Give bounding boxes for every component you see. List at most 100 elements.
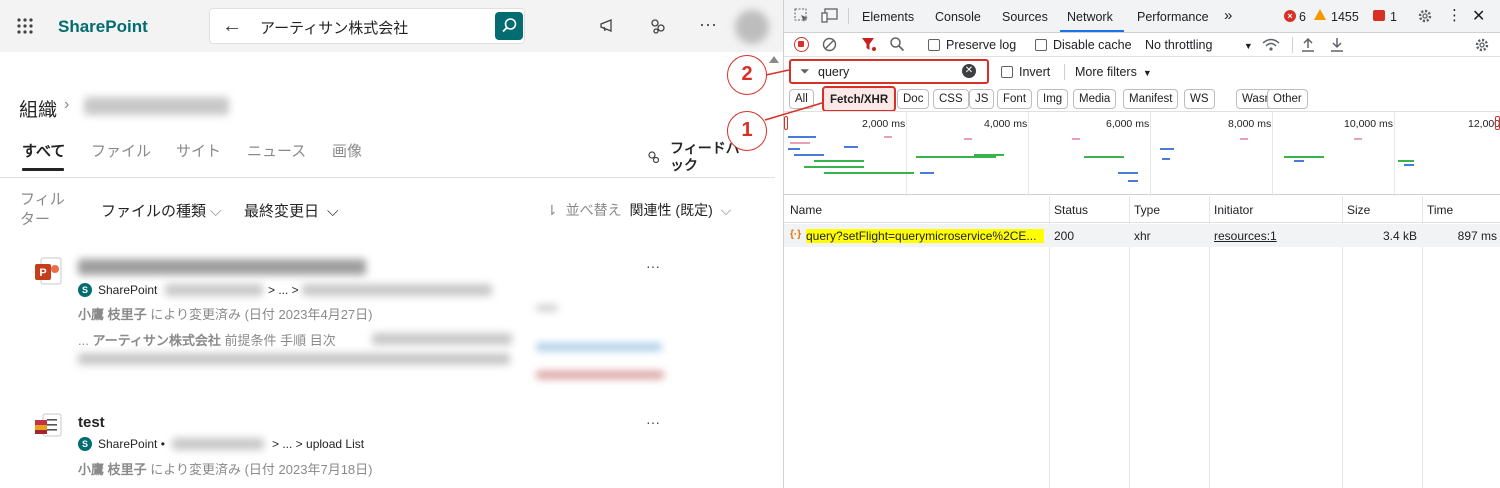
issues-count[interactable]: 1	[1390, 10, 1397, 24]
back-arrow-icon[interactable]: ←	[222, 16, 242, 36]
tabs-divider	[0, 177, 775, 178]
result-path-tail-blurred	[302, 284, 492, 296]
result-path-site[interactable]: SharePoint	[98, 283, 157, 297]
error-count[interactable]: 6	[1299, 10, 1306, 24]
throttling-select[interactable]: No throttling ▼	[1145, 38, 1253, 52]
more-tabs-icon[interactable]: »	[1224, 7, 1232, 24]
issues-icon[interactable]	[1373, 10, 1385, 21]
connections-icon[interactable]	[648, 16, 668, 41]
type-filter-css[interactable]: CSS	[933, 89, 969, 109]
tab-network[interactable]: Network	[1067, 10, 1113, 24]
filter-input[interactable]: ⏷ query ✕	[789, 59, 989, 84]
result-title[interactable]: test	[78, 414, 105, 431]
tab-elements[interactable]: Elements	[862, 10, 914, 24]
error-icon[interactable]: ×	[1284, 10, 1296, 22]
tab-console[interactable]: Console	[935, 10, 981, 24]
close-icon[interactable]: ✕	[1472, 6, 1485, 26]
type-filter-img[interactable]: Img	[1037, 89, 1069, 109]
preserve-log-checkbox[interactable]: Preserve log	[928, 38, 1016, 52]
sort-dropdown[interactable]: ⇂ 並べ替え 関連性 (既定) ⌵	[546, 200, 731, 220]
column-header-type[interactable]: Type	[1134, 203, 1160, 217]
type-filter-all[interactable]: All	[789, 89, 814, 109]
request-initiator[interactable]: resources:1	[1214, 229, 1277, 243]
warning-count[interactable]: 1455	[1331, 10, 1359, 24]
modified-date-label: 最終変更日	[244, 203, 320, 220]
type-filter-fetch-xhr[interactable]: Fetch/XHR	[822, 86, 897, 112]
invert-label: Invert	[1019, 65, 1051, 79]
column-header-name[interactable]: Name	[790, 203, 822, 217]
modified-date-dropdown[interactable]: 最終変更日 ⌵	[244, 200, 338, 221]
breadcrumb-root[interactable]: 組織	[19, 95, 57, 122]
record-icon[interactable]	[794, 37, 809, 52]
export-har-icon[interactable]	[1330, 37, 1344, 57]
modified-text: により変更済み (日付 2023年7月18日)	[150, 462, 373, 477]
app-name[interactable]: SharePoint	[58, 17, 148, 37]
app-launcher-icon[interactable]	[16, 17, 34, 35]
more-filters-dropdown[interactable]: More filters ▼	[1075, 65, 1152, 79]
network-settings-icon[interactable]	[1474, 37, 1490, 58]
clear-filter-icon[interactable]: ✕	[962, 64, 976, 78]
result-path-tail[interactable]: > ... > upload List	[272, 437, 364, 451]
network-conditions-icon[interactable]	[1262, 37, 1280, 58]
type-filter-manifest[interactable]: Manifest	[1123, 89, 1179, 109]
result-path-site[interactable]: SharePoint •	[98, 437, 165, 451]
scrollbar-up-icon[interactable]	[769, 56, 779, 63]
more-options-icon[interactable]: ···	[699, 14, 717, 35]
sharepoint-header: SharePoint ← アーティサン株式会社 ···	[0, 0, 783, 52]
tab-performance[interactable]: Performance	[1137, 10, 1209, 24]
search-button[interactable]	[495, 12, 523, 40]
clear-icon[interactable]	[822, 37, 837, 57]
tab-sources[interactable]: Sources	[1002, 10, 1048, 24]
warning-icon[interactable]	[1314, 9, 1326, 20]
disable-cache-checkbox[interactable]: Disable cache	[1035, 38, 1132, 52]
result-title-blurred[interactable]	[78, 259, 366, 275]
column-header-initiator[interactable]: Initiator	[1214, 203, 1253, 217]
import-har-icon[interactable]	[1301, 37, 1315, 57]
request-name[interactable]: query?setFlight=querymicroservice%2CE...	[806, 229, 1044, 243]
timeline-overview[interactable]: 2,000 ms 4,000 ms 6,000 ms 8,000 ms 10,0…	[784, 111, 1500, 196]
filter-toggle-icon[interactable]	[861, 37, 877, 57]
inspect-element-icon[interactable]	[794, 8, 810, 29]
settings-icon[interactable]	[1417, 8, 1433, 29]
result-modified-line: 小鷹 枝里子 により変更済み (日付 2023年7月18日)	[78, 459, 372, 478]
type-filter-doc[interactable]: Doc	[897, 89, 930, 109]
type-filter-ws[interactable]: WS	[1184, 89, 1215, 109]
announcement-icon[interactable]	[598, 16, 618, 41]
column-header-size[interactable]: Size	[1347, 203, 1370, 217]
device-toolbar-icon[interactable]	[821, 8, 839, 29]
filter-row: ⏷ query ✕ Invert More filters ▼	[784, 57, 1500, 86]
dropdown-arrow-icon: ▼	[1243, 41, 1253, 51]
tab-files[interactable]: ファイル	[91, 140, 151, 161]
invert-checkbox[interactable]: Invert	[1001, 65, 1050, 79]
tab-all[interactable]: すべて	[22, 140, 65, 161]
result-snippet-line: ... アーティサン株式会社 前提条件 手順 目次	[78, 330, 336, 349]
modified-text: により変更済み (日付 2023年4月27日)	[150, 307, 373, 322]
feedback-icon[interactable]	[647, 150, 661, 169]
column-header-time[interactable]: Time	[1427, 203, 1453, 217]
type-filter-js[interactable]: JS	[969, 89, 995, 109]
type-filter-other[interactable]: Other	[1267, 89, 1308, 109]
type-filter-media[interactable]: Media	[1073, 89, 1117, 109]
result-more-button[interactable]: ···	[646, 258, 660, 274]
devtools-pane: Elements Console Sources Network Perform…	[783, 0, 1500, 488]
file-type-dropdown[interactable]: ファイルの種類 ⌵	[101, 200, 221, 221]
thumbnail-blurred-1	[536, 305, 558, 311]
tab-sites[interactable]: サイト	[176, 140, 221, 161]
result-more-button[interactable]: ···	[646, 414, 660, 430]
sharepoint-pane: SharePoint ← アーティサン株式会社 ··· 組織 › すべて ファイ…	[0, 0, 783, 488]
timeline-scroll-handle[interactable]	[784, 116, 788, 130]
timeline-scroll-handle[interactable]	[1495, 116, 1500, 130]
avatar[interactable]	[735, 10, 769, 44]
timeline-tick: 4,000 ms	[984, 118, 1028, 130]
more-menu-icon[interactable]: ⋮	[1447, 6, 1462, 24]
column-header-status[interactable]: Status	[1054, 203, 1088, 217]
search-box[interactable]: ← アーティサン株式会社	[209, 8, 525, 44]
tab-news[interactable]: ニュース	[247, 140, 306, 161]
result-modified-line: 小鷹 枝里子 により変更済み (日付 2023年4月27日)	[78, 304, 372, 323]
request-status: 200	[1054, 229, 1075, 243]
tab-images[interactable]: 画像	[332, 140, 362, 161]
search-input[interactable]: アーティサン株式会社	[260, 17, 408, 38]
waterfall-bar	[1284, 156, 1324, 158]
search-icon[interactable]	[889, 36, 905, 57]
type-filter-font[interactable]: Font	[997, 89, 1033, 109]
